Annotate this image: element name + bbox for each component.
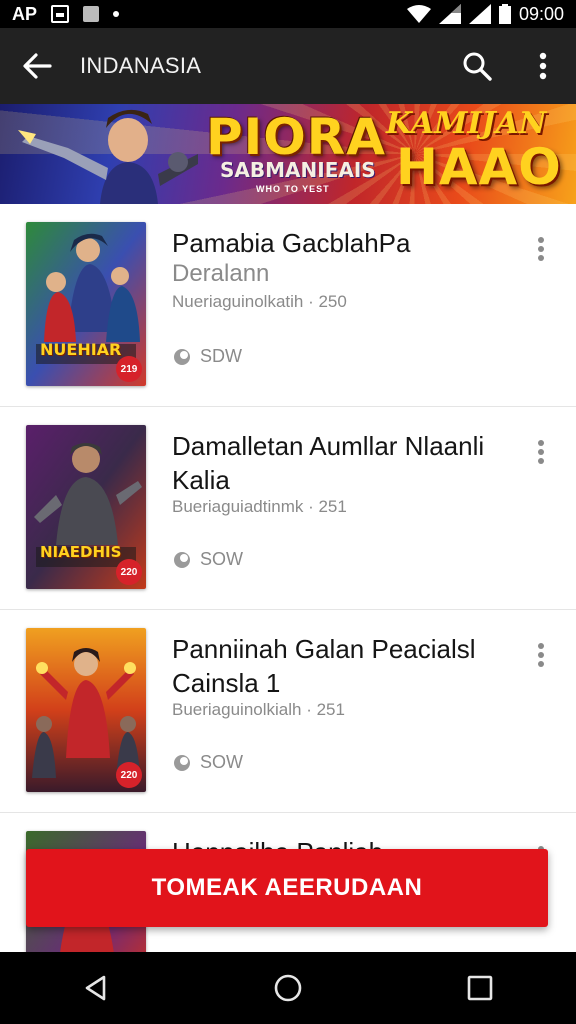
dot-indicator-icon [113, 11, 120, 17]
item-more-button[interactable] [526, 640, 556, 670]
carrier-label: AP [12, 3, 38, 24]
status-left: AP [12, 3, 120, 25]
cover-badge: 219 [116, 356, 142, 382]
banner-subtitle: SABMANIEAIS [220, 158, 376, 182]
item-title: Panniinah Galan Peacialsl Cainsla 1 [172, 634, 476, 698]
image-notification-icon [83, 6, 100, 22]
cover-title: NUEHIAR [40, 340, 122, 359]
item-count: SDW [172, 346, 242, 367]
signal-icon-2 [468, 4, 491, 24]
item-count-label: SDW [200, 346, 242, 366]
item-more-button[interactable] [526, 437, 556, 467]
nav-back-button[interactable] [56, 952, 136, 1024]
square-recents-icon [467, 975, 493, 1001]
item-meta: Bueriaguiadtinmk · 251 [172, 497, 347, 516]
views-icon [174, 348, 190, 365]
signal-icon [438, 4, 461, 24]
banner-right-line-2: HAAO [396, 138, 562, 196]
primary-action-button[interactable]: TOMEAK AEERUDAAN [26, 849, 548, 927]
app-actions [444, 28, 576, 104]
overflow-menu-button[interactable] [510, 28, 576, 104]
banner-tagline: WHO TO YEST [256, 184, 330, 194]
search-icon [463, 52, 492, 81]
cover-image: NUEHIAR 219 [26, 222, 146, 386]
arrow-left-icon [23, 53, 52, 79]
item-more-button[interactable] [526, 234, 556, 264]
list-item[interactable]: NIAEDHIS 220 Damalletan Aumllar Nlaanli … [0, 407, 576, 610]
cover-image: 220 [26, 628, 146, 792]
clock: 09:00 [518, 3, 564, 24]
item-subtitle: Deralann [172, 260, 270, 287]
list-item[interactable]: 220 Panniinah Galan Peacialsl Cainsla 1 … [0, 610, 576, 813]
list-item[interactable]: NUEHIAR 219 Pamabia GacblahPa Deralann N… [0, 204, 576, 407]
views-icon [174, 551, 190, 568]
system-nav-bar [0, 952, 576, 1024]
item-count: SOW [172, 549, 243, 570]
nav-home-button[interactable] [248, 952, 328, 1024]
item-count-label: SOW [200, 752, 243, 772]
item-count-label: SOW [200, 549, 243, 569]
views-icon [174, 754, 190, 771]
cover-image: NIAEDHIS 220 [26, 425, 146, 589]
item-meta: Nueriaguinolkatih · 250 [172, 292, 347, 311]
wifi-icon [406, 5, 431, 23]
item-meta: Bueriaguinolkialh · 251 [172, 700, 345, 719]
back-button[interactable] [0, 28, 74, 104]
battery-icon [498, 4, 511, 24]
promo-banner[interactable]: PIORA SABMANIEAIS WHO TO YEST KAMIJAN HA… [0, 104, 576, 204]
search-button[interactable] [444, 28, 510, 104]
cover-title: NIAEDHIS [40, 543, 122, 561]
item-title: Pamabia GacblahPa [172, 228, 411, 258]
status-bar: AP 09:00 [0, 0, 576, 28]
more-vertical-icon [538, 643, 544, 667]
hero-illustration [18, 109, 198, 204]
more-vertical-icon [539, 52, 547, 80]
page-title: INDANASIA [80, 53, 202, 78]
triangle-back-icon [85, 975, 106, 1001]
more-vertical-icon [538, 237, 544, 261]
item-title: Damalletan Aumllar Nlaanli Kalia [172, 431, 485, 495]
item-count: SOW [172, 752, 243, 773]
circle-home-icon [274, 974, 302, 1002]
cover-badge: 220 [116, 559, 142, 585]
status-right: 09:00 [406, 3, 564, 25]
cover-badge: 220 [116, 762, 142, 788]
notification-icon [51, 5, 70, 23]
banner-right-line-1: KAMIJAN [386, 106, 547, 141]
more-vertical-icon [538, 440, 544, 464]
nav-recents-button[interactable] [440, 952, 520, 1024]
app-bar: INDANASIA [0, 28, 576, 104]
